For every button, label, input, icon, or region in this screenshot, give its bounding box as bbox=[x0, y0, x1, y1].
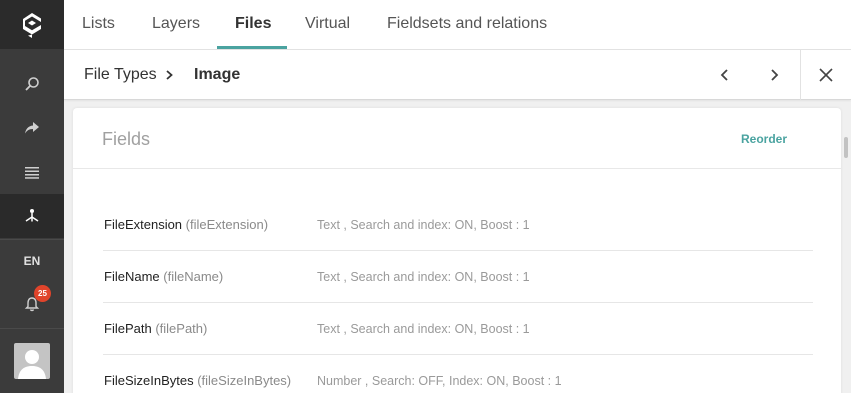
user-avatar[interactable] bbox=[14, 343, 50, 379]
chevron-right-icon bbox=[771, 69, 779, 81]
language-selector[interactable]: EN bbox=[0, 250, 64, 272]
field-row[interactable]: FileSizeInBytes (fileSizeInBytes) Number… bbox=[103, 355, 813, 393]
app-logo[interactable] bbox=[0, 0, 64, 49]
field-key: (filePath) bbox=[155, 321, 208, 336]
notifications-button[interactable] bbox=[0, 282, 64, 326]
search-icon bbox=[25, 77, 39, 91]
field-name: FileSizeInBytes bbox=[104, 373, 194, 388]
field-description: Text , Search and index: ON, Boost : 1 bbox=[317, 322, 530, 336]
breadcrumb-file-types[interactable]: File Types bbox=[84, 50, 157, 100]
field-key: (fileSizeInBytes) bbox=[197, 373, 292, 388]
breadcrumb-current: Image bbox=[194, 66, 241, 83]
sidebar: EN 25 bbox=[0, 0, 64, 393]
field-name: FilePath bbox=[104, 321, 152, 336]
sidebar-divider bbox=[0, 239, 64, 240]
notification-count-badge: 25 bbox=[34, 285, 51, 302]
breadcrumb: File Types Image bbox=[64, 50, 851, 100]
panel-divider bbox=[73, 168, 841, 169]
app-logo-icon bbox=[23, 12, 41, 38]
hierarchy-icon bbox=[25, 209, 39, 222]
active-tab-indicator bbox=[217, 46, 287, 49]
tab-fieldsets-and-relations[interactable]: Fieldsets and relations bbox=[387, 0, 547, 49]
scrollbar-thumb[interactable] bbox=[844, 137, 848, 158]
list-button[interactable] bbox=[0, 150, 64, 194]
field-description: Number , Search: OFF, Index: ON, Boost :… bbox=[317, 374, 562, 388]
share-arrow-icon bbox=[25, 122, 39, 134]
field-row[interactable]: FileName (fileName) Text , Search and in… bbox=[103, 251, 813, 303]
share-button[interactable] bbox=[0, 106, 64, 150]
next-button[interactable] bbox=[762, 63, 786, 87]
field-row[interactable]: FileExtension (fileExtension) Text , Sea… bbox=[103, 199, 813, 251]
chevron-left-icon bbox=[720, 69, 728, 81]
previous-button[interactable] bbox=[713, 63, 737, 87]
panel-title: Fields bbox=[102, 129, 151, 149]
sidebar-divider bbox=[0, 328, 64, 329]
close-icon bbox=[819, 68, 833, 82]
fields-panel: Fields Reorder FileExtension (fileExtens… bbox=[73, 108, 841, 393]
hierarchy-button[interactable] bbox=[0, 194, 64, 238]
chevron-right-icon bbox=[166, 70, 173, 80]
list-icon bbox=[25, 167, 39, 179]
search-button[interactable] bbox=[0, 62, 64, 106]
close-button[interactable] bbox=[800, 50, 851, 100]
field-name: FileName bbox=[104, 269, 160, 284]
user-avatar-icon bbox=[18, 350, 46, 379]
reorder-button[interactable]: Reorder bbox=[741, 132, 787, 146]
field-name: FileExtension bbox=[104, 217, 183, 232]
tab-layers[interactable]: Layers bbox=[152, 0, 200, 49]
tab-virtual[interactable]: Virtual bbox=[305, 0, 350, 49]
top-tab-bar: Lists Layers Files Virtual Fieldsets and… bbox=[64, 0, 851, 50]
field-key: (fileExtension) bbox=[185, 217, 269, 232]
tab-lists[interactable]: Lists bbox=[82, 0, 115, 49]
field-row[interactable]: FilePath (filePath) Text , Search and in… bbox=[103, 303, 813, 355]
tab-files[interactable]: Files bbox=[235, 0, 271, 49]
field-description: Text , Search and index: ON, Boost : 1 bbox=[317, 218, 530, 232]
field-description: Text , Search and index: ON, Boost : 1 bbox=[317, 270, 530, 284]
field-key: (fileName) bbox=[163, 269, 224, 284]
